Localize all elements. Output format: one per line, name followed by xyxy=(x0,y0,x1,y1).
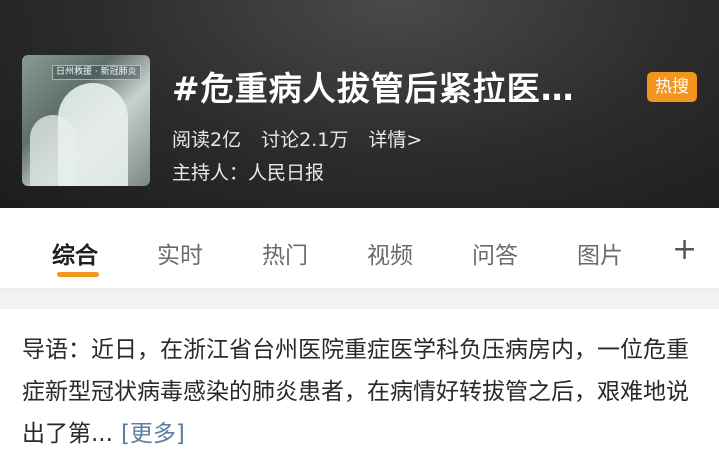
tabs-fade xyxy=(620,208,660,288)
discussion-count: 讨论2.1万 xyxy=(261,129,349,151)
tab-qa[interactable]: 问答 xyxy=(472,236,518,270)
topic-stats: 阅读2亿 讨论2.1万 详情> xyxy=(172,125,436,152)
tab-images[interactable]: 图片 xyxy=(577,236,623,270)
section-divider xyxy=(0,289,719,309)
more-link[interactable]: [更多] xyxy=(121,421,185,447)
topic-intro: 导语：近日，在浙江省台州医院重症医学科负压病房内，一位危重症新型冠状病毒感染的肺… xyxy=(0,309,719,455)
tab-realtime[interactable]: 实时 xyxy=(157,236,203,270)
active-tab-indicator xyxy=(57,272,99,277)
hot-badge: 热搜 xyxy=(647,72,697,102)
cover-tag: 日州救援 · 新冠肺炎 xyxy=(52,65,141,80)
topic-cover-image[interactable]: 日州救援 · 新冠肺炎 xyxy=(22,55,150,186)
plus-icon[interactable]: + xyxy=(672,232,697,267)
cover-figure-main xyxy=(58,83,128,186)
topic-header: 日州救援 · 新冠肺炎 #危重病人拔管后紧拉医… 热搜 阅读2亿 讨论2.1万 … xyxy=(0,0,719,208)
tab-comprehensive[interactable]: 综合 xyxy=(52,236,98,270)
tab-hot[interactable]: 热门 xyxy=(262,236,308,270)
tab-bar: 综合 实时 热门 视频 问答 图片 + xyxy=(0,208,719,289)
tab-video[interactable]: 视频 xyxy=(367,236,413,270)
topic-host[interactable]: 主持人：人民日报 xyxy=(172,158,324,185)
details-link[interactable]: 详情> xyxy=(368,129,422,151)
topic-title: #危重病人拔管后紧拉医… xyxy=(172,69,575,108)
read-count: 阅读2亿 xyxy=(172,129,242,151)
